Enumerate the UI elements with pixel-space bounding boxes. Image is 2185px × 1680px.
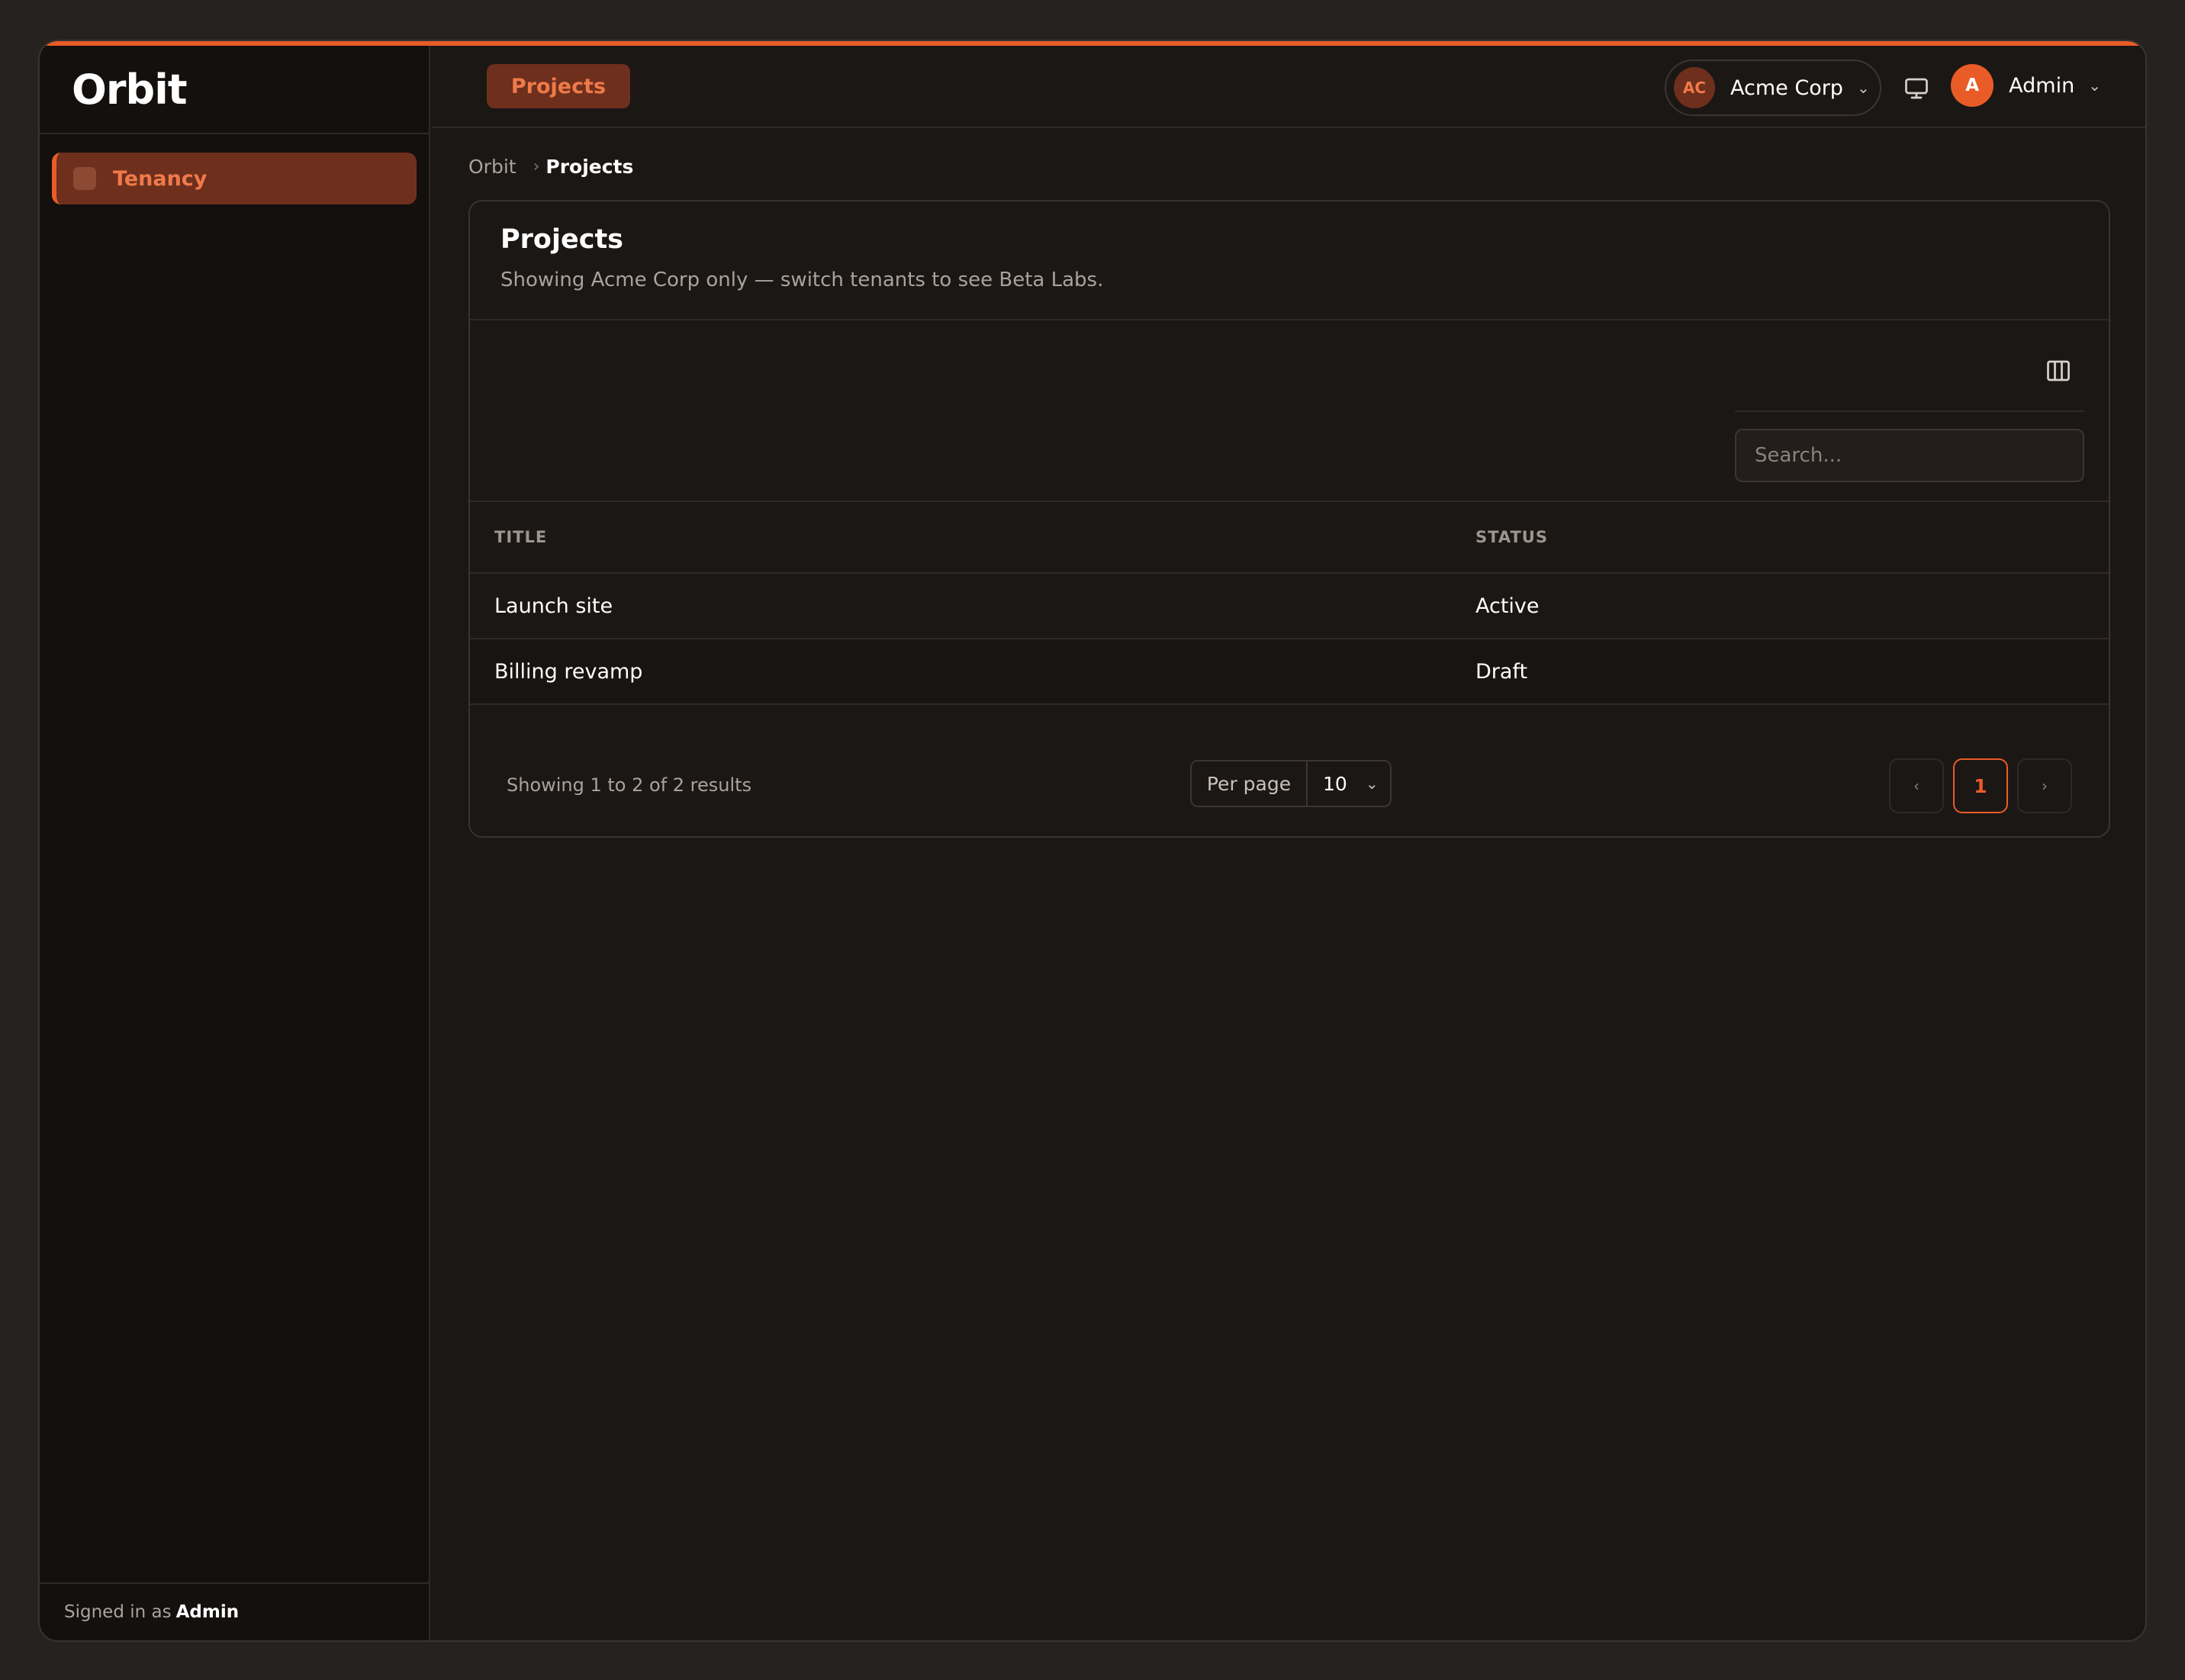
tab-projects[interactable]: Projects [487, 64, 630, 108]
next-page-button[interactable]: › [2017, 758, 2072, 813]
app-window: Orbit Tenancy Signed in as Admin Project… [38, 40, 2147, 1642]
breadcrumb-current: Projects [545, 156, 634, 178]
columns-icon[interactable] [2045, 357, 2072, 385]
cell-status: Active [1475, 594, 1540, 618]
table-footer: Showing 1 to 2 of 2 results Per page 10 … [470, 758, 2109, 836]
user-menu[interactable]: A Admin ⌄ [1951, 64, 2101, 107]
sidebar-item-label: Tenancy [113, 166, 208, 191]
divider [40, 133, 429, 134]
table-row[interactable]: Billing revamp Draft [470, 639, 2109, 705]
user-name: Admin [2009, 73, 2075, 98]
tenant-name: Acme Corp [1730, 76, 1843, 100]
chevron-down-icon: ⌄ [1856, 79, 1870, 97]
table-toolbar [470, 320, 2109, 502]
prev-page-button[interactable]: ‹ [1889, 758, 1944, 813]
signed-in-user: Admin [175, 1602, 240, 1622]
search-input[interactable] [1735, 429, 2084, 482]
cell-status: Draft [1475, 659, 1528, 684]
per-page-label: Per page [1192, 761, 1308, 806]
signed-in-prefix: Signed in as [64, 1602, 172, 1622]
display-icon[interactable] [1903, 75, 1930, 102]
chevron-right-icon: › [533, 157, 540, 176]
chevron-down-icon: ⌄ [1365, 774, 1379, 793]
divider [1735, 410, 2084, 412]
breadcrumb: Orbit › Projects [468, 156, 633, 178]
projects-card: Projects Showing Acme Corp only — switch… [468, 200, 2110, 838]
page-subtitle: Showing Acme Corp only — switch tenants … [500, 269, 1104, 291]
table-row[interactable]: Launch site Active [470, 574, 2109, 639]
cell-title: Billing revamp [494, 659, 643, 684]
results-summary: Showing 1 to 2 of 2 results [507, 774, 752, 796]
tenant-switcher[interactable]: AC Acme Corp ⌄ [1665, 60, 1881, 116]
brand-logo[interactable]: Orbit [72, 66, 188, 114]
signed-in-status: Signed in as Admin [40, 1582, 429, 1640]
tenant-avatar: AC [1674, 67, 1715, 108]
breadcrumb-root[interactable]: Orbit [468, 156, 516, 178]
avatar: A [1951, 64, 1994, 107]
page-title: Projects [500, 224, 624, 255]
column-header-status[interactable]: STATUS [1475, 528, 1548, 546]
cell-title: Launch site [494, 594, 613, 618]
pagination: ‹ 1 › [1880, 758, 2072, 813]
sidebar-item-tenancy[interactable]: Tenancy [52, 153, 417, 204]
page-button-1[interactable]: 1 [1953, 758, 2008, 813]
column-header-title[interactable]: TITLE [494, 528, 547, 546]
projects-table: TITLE STATUS Launch site Active Billing … [470, 502, 2109, 705]
sidebar: Orbit Tenancy Signed in as Admin [40, 46, 430, 1640]
per-page-select[interactable]: Per page 10 ⌄ [1190, 760, 1392, 807]
per-page-value: 10 [1323, 772, 1347, 795]
table-header-row: TITLE STATUS [470, 502, 2109, 574]
card-header: Projects Showing Acme Corp only — switch… [470, 201, 2109, 320]
topbar: Projects AC Acme Corp ⌄ A Admin ⌄ [432, 46, 2145, 128]
chevron-down-icon: ⌄ [2088, 76, 2101, 95]
tenancy-icon [73, 167, 96, 190]
